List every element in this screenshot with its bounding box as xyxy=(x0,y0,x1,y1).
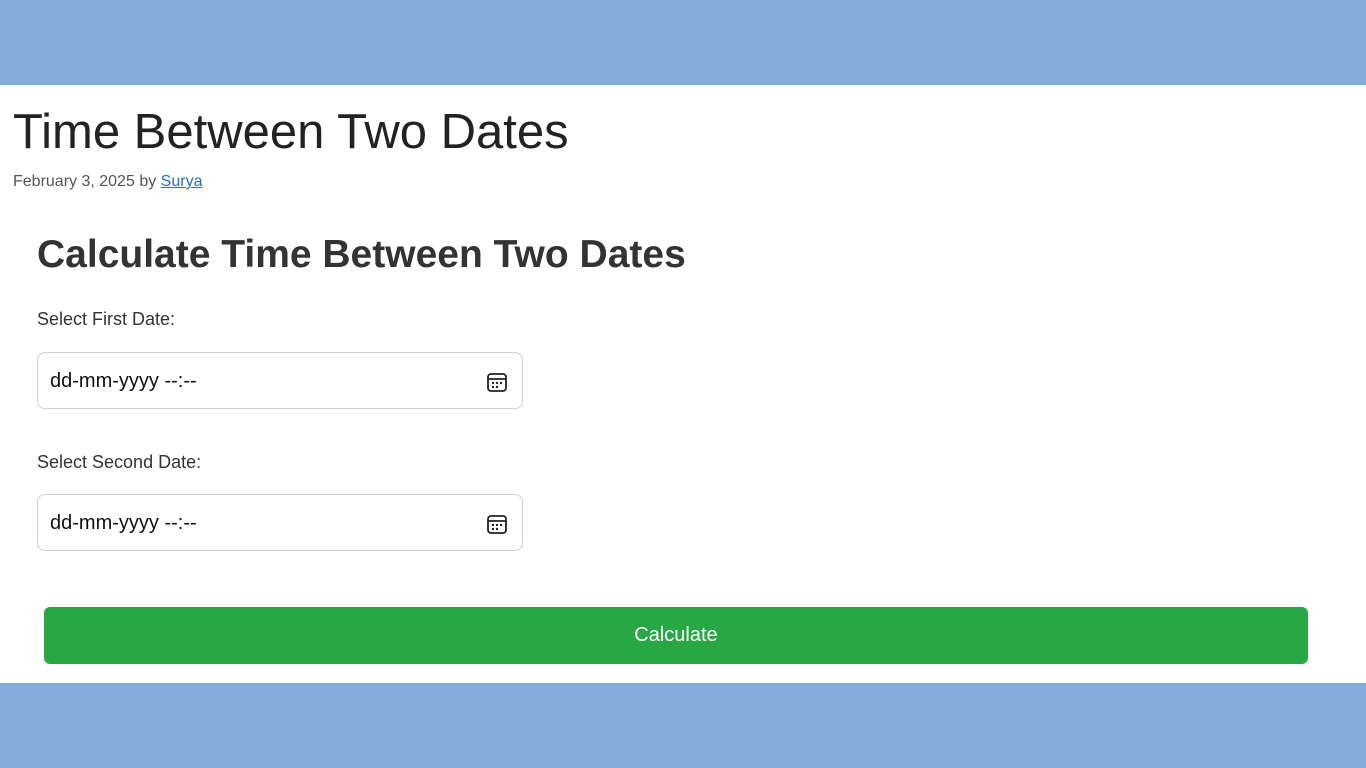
post-meta: February 3, 2025 by Surya xyxy=(13,172,202,192)
second-date-value[interactable]: dd-mm-yyyy --:-- xyxy=(50,512,197,534)
calculator-heading: Calculate Time Between Two Dates xyxy=(37,233,686,276)
post-by: by xyxy=(139,173,157,190)
footer-band xyxy=(0,683,1366,768)
calculate-button[interactable]: Calculate xyxy=(44,607,1308,664)
main-content: Time Between Two Dates February 3, 2025 … xyxy=(0,85,1366,683)
post-date: February 3, 2025 xyxy=(13,173,135,190)
second-date-input[interactable]: dd-mm-yyyy --:-- xyxy=(37,494,523,551)
second-date-label: Select Second Date: xyxy=(37,452,202,472)
calendar-icon[interactable] xyxy=(486,371,508,393)
page-title: Time Between Two Dates xyxy=(13,105,569,159)
first-date-label: Select First Date: xyxy=(37,309,176,329)
header-band xyxy=(0,0,1366,85)
author-link[interactable]: Surya xyxy=(161,173,203,190)
calendar-icon[interactable] xyxy=(486,513,508,535)
first-date-value[interactable]: dd-mm-yyyy --:-- xyxy=(50,370,197,392)
first-date-input[interactable]: dd-mm-yyyy --:-- xyxy=(37,352,523,409)
